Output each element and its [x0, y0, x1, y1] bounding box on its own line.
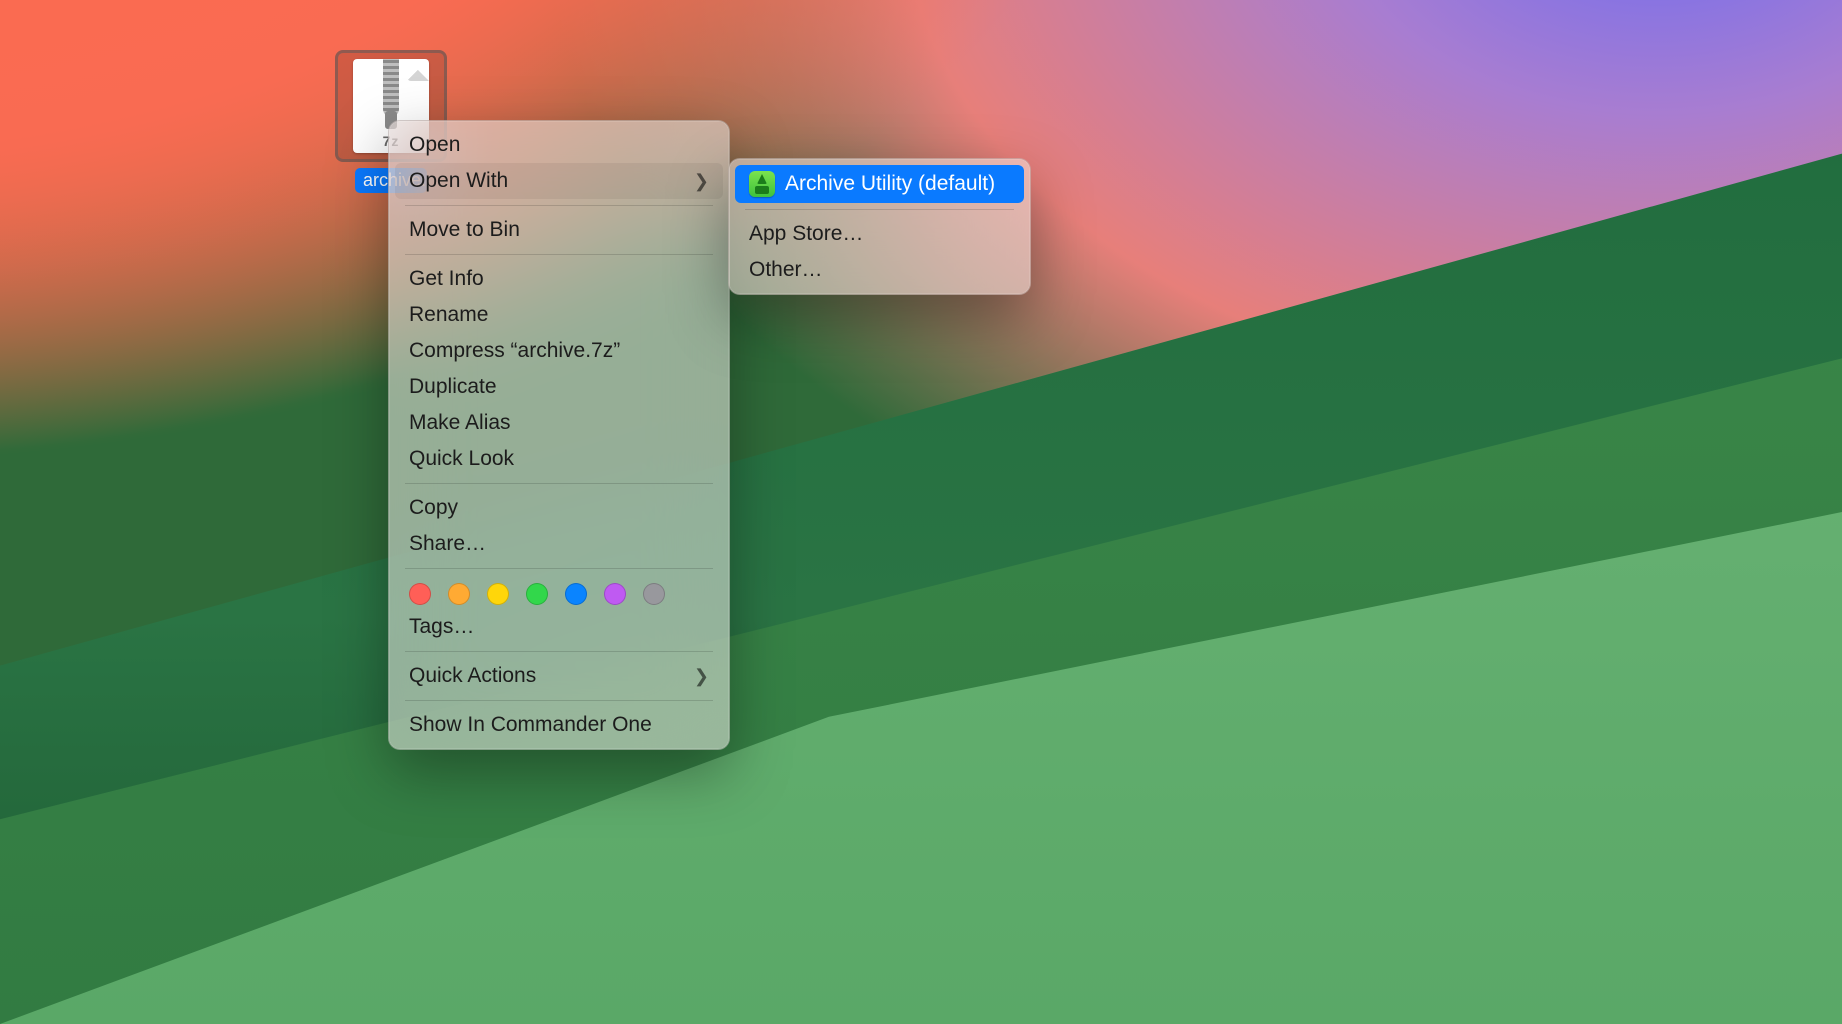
submenu-item-other[interactable]: Other… — [735, 252, 1024, 288]
menu-separator — [405, 700, 713, 701]
submenu-item-label: Archive Utility (default) — [785, 172, 995, 196]
menu-item-make-alias[interactable]: Make Alias — [395, 405, 723, 441]
archive-utility-app-icon — [749, 171, 775, 197]
menu-item-label: Tags… — [409, 615, 474, 639]
zipper-icon — [383, 59, 399, 117]
menu-item-label: Share… — [409, 532, 486, 556]
tag-dot-blue[interactable] — [565, 583, 587, 605]
menu-item-label: Move to Bin — [409, 218, 520, 242]
menu-item-show-in-commander-one[interactable]: Show In Commander One — [395, 707, 723, 743]
tag-dot-orange[interactable] — [448, 583, 470, 605]
menu-item-label: Show In Commander One — [409, 713, 652, 737]
menu-item-label: Duplicate — [409, 375, 497, 399]
submenu-item-label: App Store… — [749, 222, 863, 246]
menu-separator — [405, 205, 713, 206]
menu-item-get-info[interactable]: Get Info — [395, 261, 723, 297]
menu-separator — [405, 651, 713, 652]
menu-item-open-with[interactable]: Open With ❯ — [395, 163, 723, 199]
chevron-right-icon: ❯ — [694, 666, 709, 687]
menu-item-rename[interactable]: Rename — [395, 297, 723, 333]
menu-item-compress[interactable]: Compress “archive.7z” — [395, 333, 723, 369]
submenu-item-app-store[interactable]: App Store… — [735, 216, 1024, 252]
menu-separator — [405, 568, 713, 569]
context-menu: Open Open With ❯ Move to Bin Get Info Re… — [388, 120, 730, 750]
submenu-item-label: Other… — [749, 258, 823, 282]
menu-item-label: Quick Look — [409, 447, 514, 471]
menu-separator — [745, 209, 1014, 210]
tag-dot-purple[interactable] — [604, 583, 626, 605]
menu-separator — [405, 483, 713, 484]
menu-item-quick-actions[interactable]: Quick Actions ❯ — [395, 658, 723, 694]
menu-item-label: Rename — [409, 303, 488, 327]
tag-dot-red[interactable] — [409, 583, 431, 605]
menu-item-label: Get Info — [409, 267, 484, 291]
menu-item-label: Copy — [409, 496, 458, 520]
menu-item-label: Open With — [409, 169, 508, 193]
menu-item-label: Quick Actions — [409, 664, 536, 688]
menu-item-copy[interactable]: Copy — [395, 490, 723, 526]
menu-item-tags[interactable]: Tags… — [395, 609, 723, 645]
menu-item-label: Open — [409, 133, 460, 157]
tag-dot-green[interactable] — [526, 583, 548, 605]
menu-item-duplicate[interactable]: Duplicate — [395, 369, 723, 405]
menu-item-open[interactable]: Open — [395, 127, 723, 163]
menu-separator — [405, 254, 713, 255]
menu-item-label: Compress “archive.7z” — [409, 339, 620, 363]
submenu-item-archive-utility[interactable]: Archive Utility (default) — [735, 165, 1024, 203]
menu-item-move-to-bin[interactable]: Move to Bin — [395, 212, 723, 248]
menu-item-label: Make Alias — [409, 411, 511, 435]
desktop[interactable]: 7z archive.7z Open Open With ❯ Move to B… — [0, 0, 1842, 1024]
tag-color-row — [395, 575, 723, 609]
menu-item-share[interactable]: Share… — [395, 526, 723, 562]
open-with-submenu: Archive Utility (default) App Store… Oth… — [728, 158, 1031, 295]
tag-dot-gray[interactable] — [643, 583, 665, 605]
chevron-right-icon: ❯ — [694, 171, 709, 192]
menu-item-quick-look[interactable]: Quick Look — [395, 441, 723, 477]
tag-dot-yellow[interactable] — [487, 583, 509, 605]
